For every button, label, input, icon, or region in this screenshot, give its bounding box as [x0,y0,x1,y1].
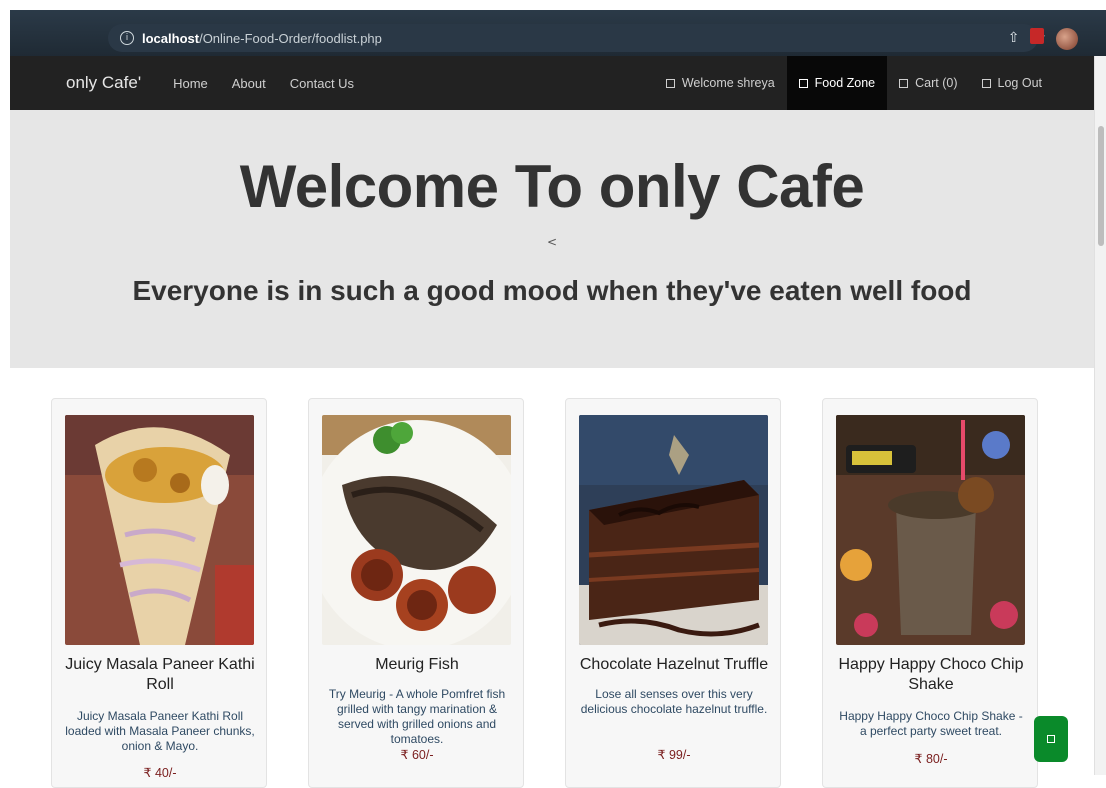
food-card: Juicy Masala Paneer Kathi Roll Juicy Mas… [51,398,267,788]
food-price: ₹ 40/- [143,766,177,780]
nav-logout-label: Log Out [997,76,1042,90]
chat-icon [1047,735,1055,743]
browser-toolbar: i localhost /Online-Food-Order/foodlist.… [10,10,1106,56]
logout-icon [981,78,991,88]
share-icon[interactable]: ⇧ [1008,30,1020,46]
hero-banner: Welcome To only Cafe < Everyone is in su… [10,110,1094,368]
food-description: Happy Happy Choco Chip Shake - a perfect… [839,709,1023,738]
page-scrollbar[interactable] [1094,56,1106,775]
food-description: Juicy Masala Paneer Kathi Roll loaded wi… [65,709,255,753]
nav-cart[interactable]: Cart (0) [887,56,969,110]
info-icon[interactable]: i [120,31,134,45]
url-path: /Online-Food-Order/foodlist.php [199,30,382,46]
food-card: Chocolate Hazelnut Truffle Lose all sens… [565,398,781,788]
food-description: Try Meurig - A whole Pomfret fish grille… [328,687,506,746]
url-host: localhost [142,30,200,46]
food-price: ₹ 80/- [914,752,948,766]
scrollbar-thumb[interactable] [1098,126,1104,246]
food-image-kathi-roll[interactable] [65,415,254,645]
nav-contact[interactable]: Contact Us [290,76,354,91]
food-card: Meurig Fish Try Meurig - A whole Pomfret… [308,398,524,788]
food-card: Happy Happy Choco Chip Shake Happy Happy… [822,398,1038,788]
address-bar[interactable]: i localhost /Online-Food-Order/foodlist.… [108,24,1038,52]
hero-title: Welcome To only Cafe [239,153,865,220]
food-price: ₹ 60/- [400,748,434,762]
food-description: Lose all senses over this very delicious… [580,687,768,716]
cart-icon [899,78,909,88]
food-title: Happy Happy Choco Chip Shake [838,656,1024,693]
floating-action-button[interactable] [1034,716,1068,762]
navbar-brand[interactable]: only Cafe' [66,73,141,93]
nav-food-zone[interactable]: Food Zone [786,56,888,110]
food-title: Meurig Fish [375,656,459,673]
site-navbar: only Cafe' Home About Contact Us Welcome… [10,56,1094,110]
food-icon [798,78,808,88]
nav-home[interactable]: Home [173,76,208,91]
user-icon [665,78,675,88]
extension-icon[interactable] [1030,28,1044,44]
food-image-meurig-fish[interactable] [322,415,511,645]
hero-subtitle: Everyone is in such a good mood when the… [132,275,972,306]
nav-cart-label: Cart (0) [915,76,958,90]
profile-avatar[interactable] [1056,28,1078,50]
nav-welcome[interactable]: Welcome shreya [654,56,787,110]
nav-food-zone-label: Food Zone [814,76,876,90]
navbar-right: Welcome shreya Food Zone Cart (0) Log Ou… [654,56,1094,110]
hero-caret: < [546,235,558,249]
nav-about[interactable]: About [232,76,266,91]
food-image-choco-chip-shake[interactable] [836,415,1025,645]
nav-welcome-label: Welcome shreya [681,76,775,90]
nav-logout[interactable]: Log Out [970,56,1054,110]
food-title: Chocolate Hazelnut Truffle [579,656,769,673]
food-image-chocolate-truffle[interactable] [579,415,768,645]
food-price: ₹ 99/- [657,748,691,762]
food-title: Juicy Masala Paneer Kathi Roll [65,656,255,693]
